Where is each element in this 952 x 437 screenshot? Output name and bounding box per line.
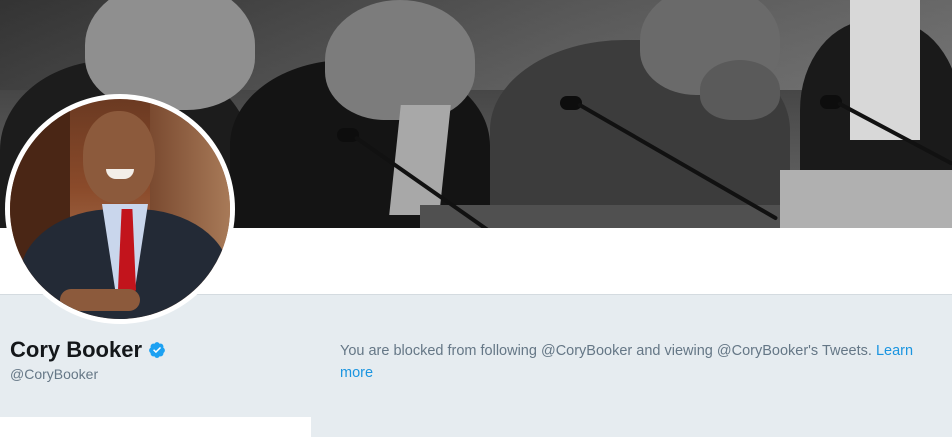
verified-badge-icon <box>149 342 165 358</box>
profile-side-card <box>0 417 311 437</box>
blocked-notice-text: You are blocked from following @CoryBook… <box>340 343 876 359</box>
profile-name-row: Cory Booker <box>10 337 166 363</box>
profile-page: Cory Booker @CoryBooker You are blocked … <box>0 0 952 437</box>
profile-handle[interactable]: @CoryBooker <box>10 366 98 382</box>
profile-avatar-photo <box>10 99 230 319</box>
blocked-notice: You are blocked from following @CoryBook… <box>340 340 945 384</box>
profile-display-name[interactable]: Cory Booker <box>10 337 142 363</box>
profile-avatar[interactable] <box>5 94 235 324</box>
